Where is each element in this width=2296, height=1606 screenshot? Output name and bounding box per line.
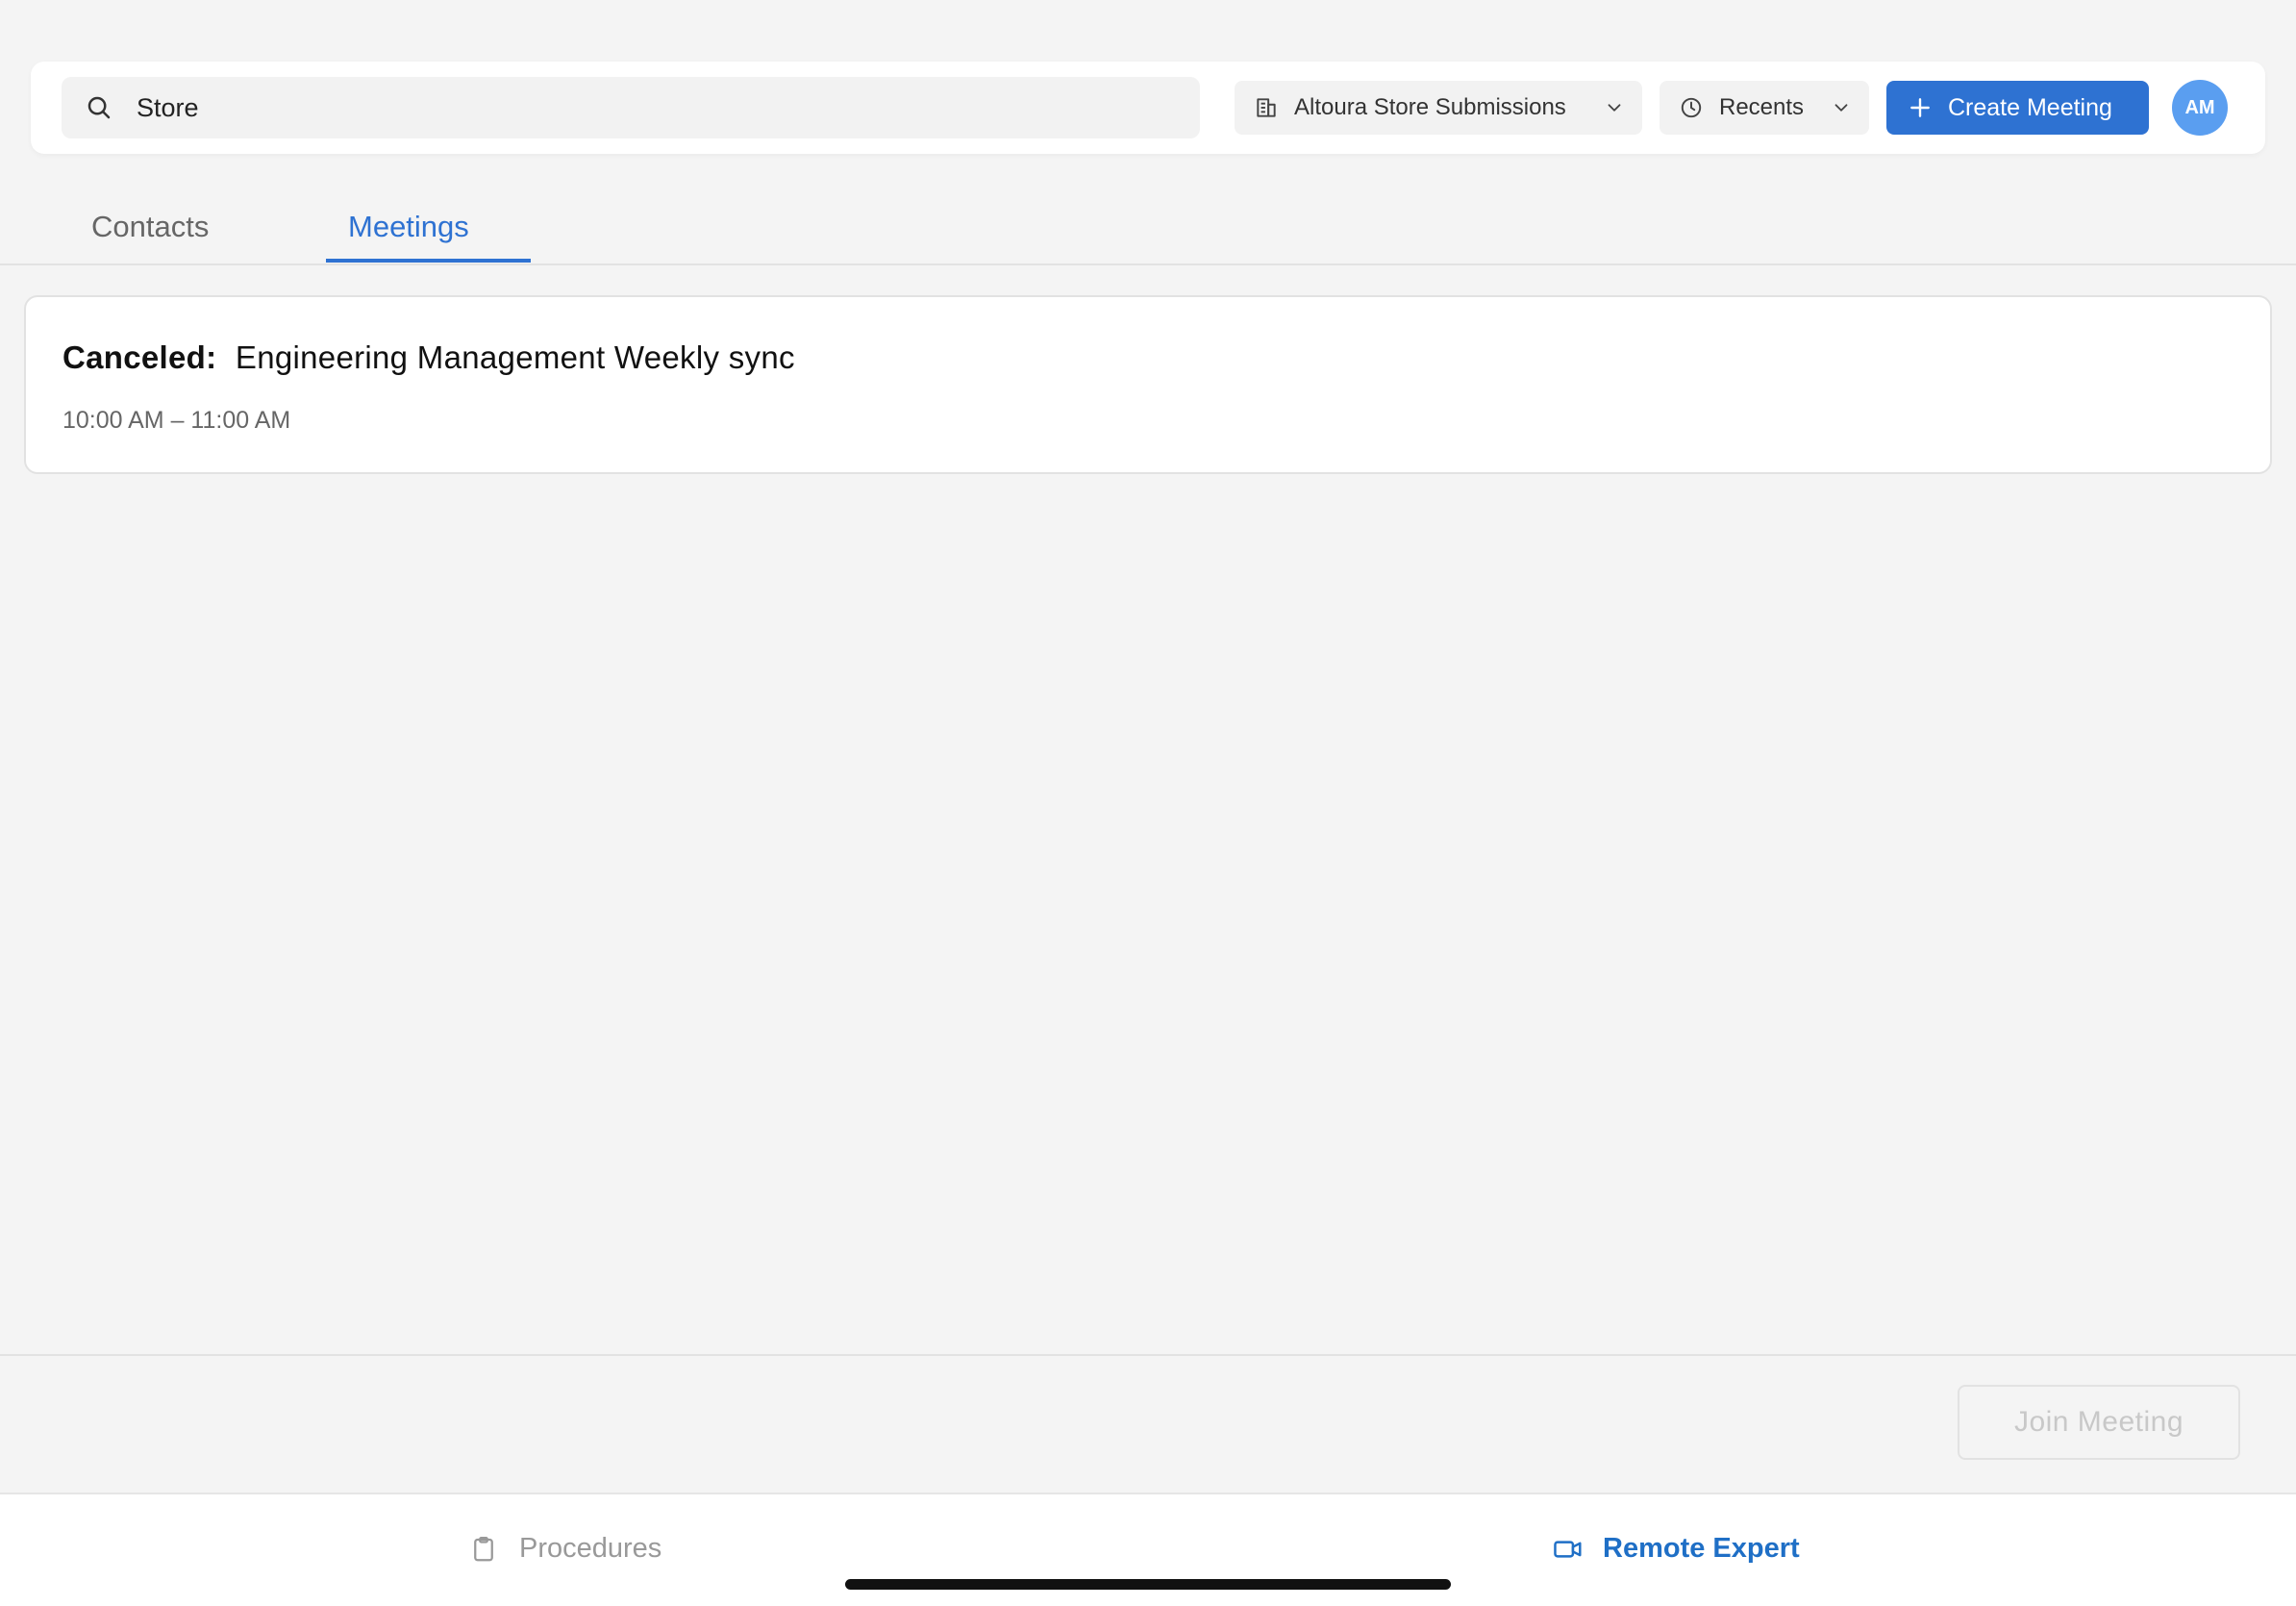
clipboard-icon: [469, 1535, 498, 1564]
avatar[interactable]: AM: [2172, 80, 2228, 136]
nav-item-label: Remote Expert: [1603, 1533, 1800, 1564]
recents-dropdown-label: Recents: [1719, 94, 1805, 120]
meeting-title: Canceled: Engineering Management Weekly …: [62, 339, 795, 376]
create-meeting-button[interactable]: Create Meeting: [1886, 81, 2149, 135]
action-bar: Join Meeting: [0, 1354, 2296, 1491]
plus-icon: [1908, 95, 1933, 120]
meeting-status: Canceled:: [62, 339, 217, 375]
chevron-down-icon: [1604, 97, 1625, 118]
meeting-time: 10:00 AM – 11:00 AM: [62, 407, 291, 434]
create-meeting-label: Create Meeting: [1948, 93, 2112, 121]
video-camera-icon: [1553, 1535, 1582, 1564]
tab-bar: Contacts Meetings: [0, 188, 2296, 265]
tab-contacts[interactable]: Contacts: [91, 210, 209, 244]
join-meeting-button[interactable]: Join Meeting: [1958, 1385, 2240, 1460]
nav-item-remote-expert[interactable]: Remote Expert: [1553, 1533, 1800, 1565]
building-icon: [1254, 95, 1279, 120]
meeting-name: Engineering Management Weekly sync: [235, 339, 795, 375]
nav-item-procedures[interactable]: Procedures: [469, 1533, 661, 1565]
search-icon: [85, 93, 113, 122]
meeting-list-item[interactable]: Canceled: Engineering Management Weekly …: [24, 295, 2272, 474]
workspace-dropdown-label: Altoura Store Submissions: [1294, 94, 1566, 120]
home-indicator: [845, 1579, 1451, 1590]
avatar-initials: AM: [2184, 96, 2215, 118]
recents-dropdown[interactable]: Recents: [1660, 81, 1869, 135]
workspace-dropdown[interactable]: Altoura Store Submissions: [1235, 81, 1642, 135]
tab-meetings[interactable]: Meetings: [348, 210, 469, 244]
chevron-down-icon: [1831, 97, 1852, 118]
active-tab-indicator: [326, 259, 531, 263]
clock-icon: [1679, 95, 1704, 120]
search-box[interactable]: [62, 77, 1200, 138]
search-input[interactable]: [137, 92, 1146, 123]
top-bar: Altoura Store Submissions Recents: [31, 62, 2265, 154]
nav-item-label: Procedures: [519, 1533, 662, 1564]
